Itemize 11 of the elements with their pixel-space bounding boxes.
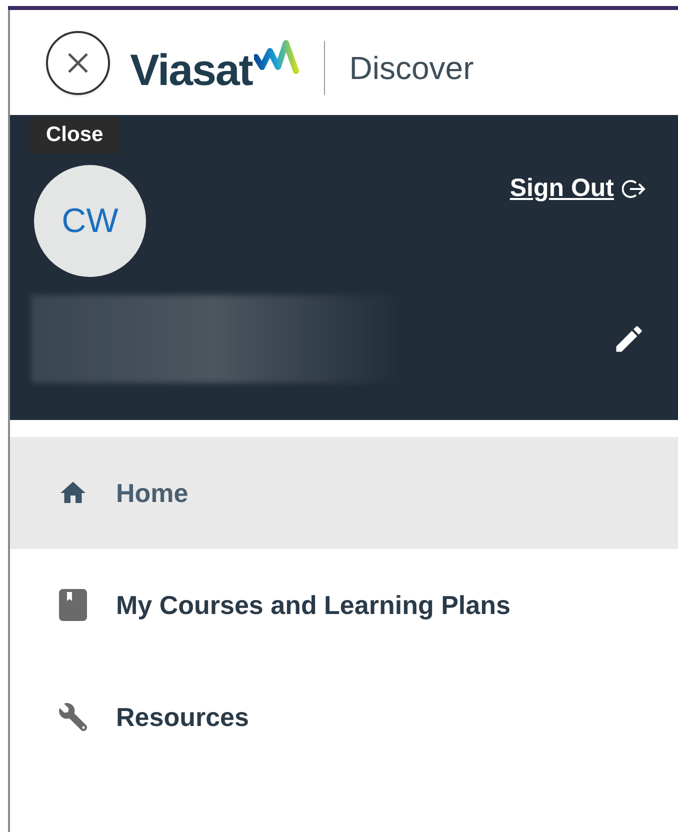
- sign-out-icon: [622, 178, 646, 200]
- close-tooltip: Close: [30, 116, 120, 154]
- avatar: CW: [34, 165, 146, 277]
- close-icon: [66, 50, 90, 74]
- wrench-icon: [59, 703, 87, 731]
- nav-item[interactable]: Home: [10, 437, 678, 549]
- sign-out-link[interactable]: Sign Out: [510, 170, 646, 208]
- book-icon: [59, 589, 87, 621]
- app-name: Discover: [349, 48, 474, 88]
- logo-text: Viasat: [130, 48, 252, 92]
- close-button[interactable]: [46, 30, 110, 94]
